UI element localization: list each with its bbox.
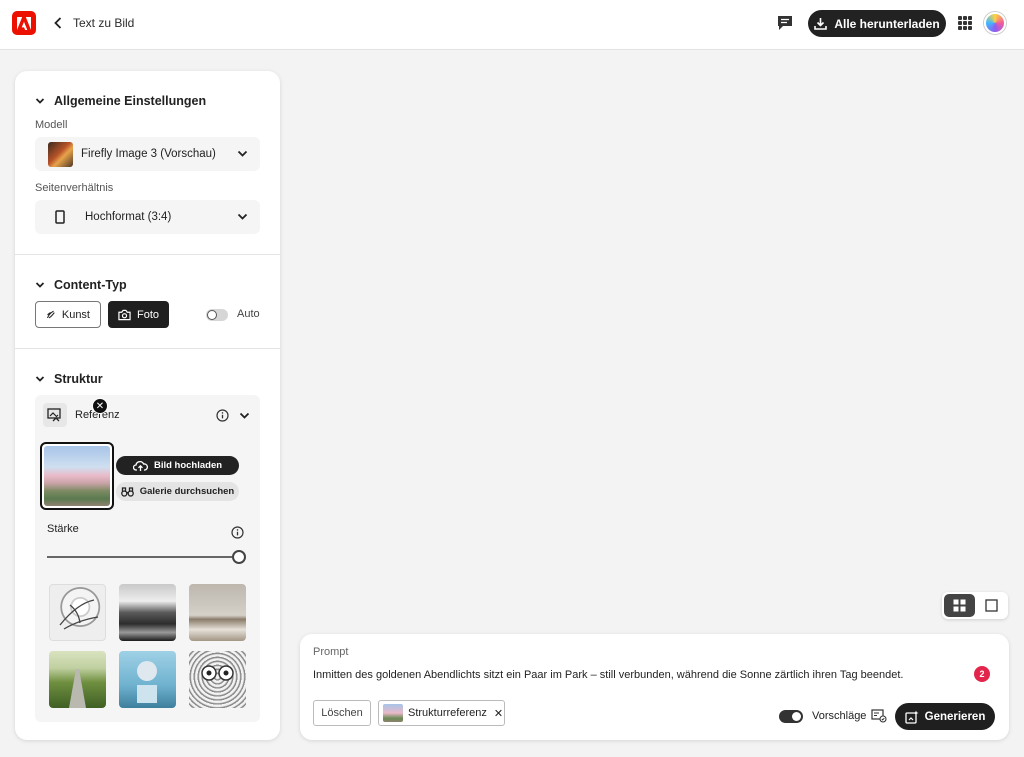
park-photo [44,446,110,506]
avatar[interactable] [984,12,1006,34]
general-settings-heading: Allgemeine Einstellungen [54,94,207,108]
sphere-cube-preset[interactable] [119,651,176,708]
browse-gallery-button[interactable]: Galerie durchsuchen [116,482,239,501]
brush-icon [47,310,55,319]
browse-gallery-label: Galerie durchsuchen [139,486,235,497]
divider [15,348,280,349]
settings-panel: Allgemeine Einstellungen Modell Firefly … [15,71,280,740]
chevron-down-icon [35,98,45,104]
field-road-preset[interactable] [49,651,106,708]
binoculars-icon [120,487,134,497]
divider [15,254,280,255]
camera-icon [118,309,131,320]
download-all-label: Alle herunterladen [834,16,940,31]
download-all-button[interactable]: Alle herunterladen [808,10,946,37]
content-type-art-label: Kunst [61,308,90,321]
general-settings-header[interactable]: Allgemeine Einstellungen [35,94,206,108]
grid-view-icon[interactable] [944,594,975,617]
structure-header[interactable]: Struktur [35,372,103,386]
content-type-header[interactable]: Content-Typ [35,278,127,292]
content-type-heading: Content-Typ [54,278,127,292]
chevron-down-icon [35,282,45,288]
aspect-ratio-value: Hochformat (3:4) [85,211,172,223]
cloud-upload-icon [132,460,148,471]
model-select[interactable]: Firefly Image 3 (Vorschau) [35,137,260,171]
prompt-label: Prompt [313,646,349,658]
suggestions-label: Vorschläge [812,710,867,722]
suggestions-settings-icon[interactable] [871,709,887,723]
content-type-photo-button[interactable]: Foto [108,301,169,328]
mountain-valley-preset[interactable] [119,584,176,641]
structure-reference-box: Referenz ✕ Bild hochladen Galerie durchs… [35,395,260,722]
chevron-down-icon [35,376,45,382]
aspect-ratio-label: Seitenverhältnis [35,182,114,194]
chevron-down-icon [237,213,248,220]
auto-toggle[interactable] [206,309,228,321]
generate-sparkle-icon [904,710,919,724]
auto-label: Auto [237,308,260,320]
chevron-down-icon[interactable] [239,411,250,421]
bird-sketch-preset[interactable] [49,584,106,641]
feedback-icon[interactable] [776,14,794,32]
owl-sketch-preset[interactable] [189,651,246,708]
download-icon [814,18,828,30]
strength-slider-track[interactable] [47,556,232,558]
prompt-box: Prompt Inmitten des goldenen Abendlichts… [300,634,1009,740]
top-bar: Text zu Bild Alle herunterladen [0,0,1024,50]
chevron-down-icon [237,150,248,157]
reference-thumbnail[interactable] [40,442,114,510]
single-view-icon[interactable] [977,594,1006,617]
reference-image-icon [43,403,67,427]
upload-image-button[interactable]: Bild hochladen [116,456,239,475]
structure-heading: Struktur [54,372,103,386]
model-label: Modell [35,119,68,131]
generate-button[interactable]: Generieren [895,703,995,730]
notification-badge[interactable]: 2 [974,666,990,682]
page-title: Text zu Bild [73,16,135,30]
strength-slider-handle[interactable] [232,550,246,564]
prompt-input[interactable]: Inmitten des goldenen Abendlichts sitzt … [313,669,953,681]
clear-button[interactable]: Löschen [313,700,371,726]
model-value: Firefly Image 3 (Vorschau) [81,148,216,160]
content-type-art-button[interactable]: Kunst [35,301,101,328]
living-room-preset[interactable] [189,584,246,641]
suggestions-toggle[interactable] [779,710,803,723]
back-chevron-icon[interactable] [50,15,66,31]
portrait-icon [55,210,65,224]
info-icon[interactable] [216,409,229,422]
close-icon[interactable]: ✕ [494,707,503,720]
upload-image-label: Bild hochladen [153,460,223,471]
structure-reference-chip[interactable]: Strukturreferenz ✕ [378,700,505,726]
model-thumbnail [48,141,73,167]
info-icon[interactable] [231,526,244,539]
adobe-logo-icon[interactable] [12,11,36,35]
apps-grid-icon[interactable] [958,16,972,30]
strength-label: Stärke [47,523,79,535]
close-icon[interactable]: ✕ [92,398,108,414]
content-type-photo-label: Foto [136,308,159,321]
structure-reference-chip-label: Strukturreferenz [408,707,487,719]
chip-thumbnail [383,704,403,722]
generate-label: Generieren [924,710,986,723]
aspect-ratio-select[interactable]: Hochformat (3:4) [35,200,260,234]
view-mode-toggle [942,592,1008,619]
